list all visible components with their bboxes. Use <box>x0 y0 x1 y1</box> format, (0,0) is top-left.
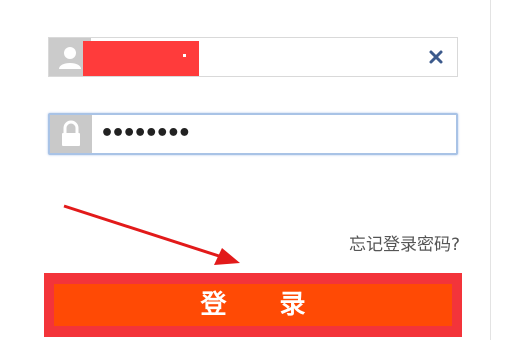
login-panel: •••••••• 忘记登录密码? 登 录 <box>0 0 512 340</box>
password-field[interactable]: •••••••• <box>48 113 458 155</box>
username-redaction <box>83 41 199 76</box>
close-icon[interactable] <box>427 48 445 66</box>
login-button[interactable]: 登 录 <box>54 284 452 326</box>
panel-border <box>490 0 491 340</box>
lock-icon <box>50 115 92 153</box>
password-value: •••••••• <box>100 121 191 146</box>
redaction-speck <box>183 54 186 57</box>
forgot-password-link[interactable]: 忘记登录密码? <box>349 230 460 255</box>
username-field[interactable] <box>48 37 458 77</box>
login-button-frame: 登 录 <box>44 273 462 337</box>
